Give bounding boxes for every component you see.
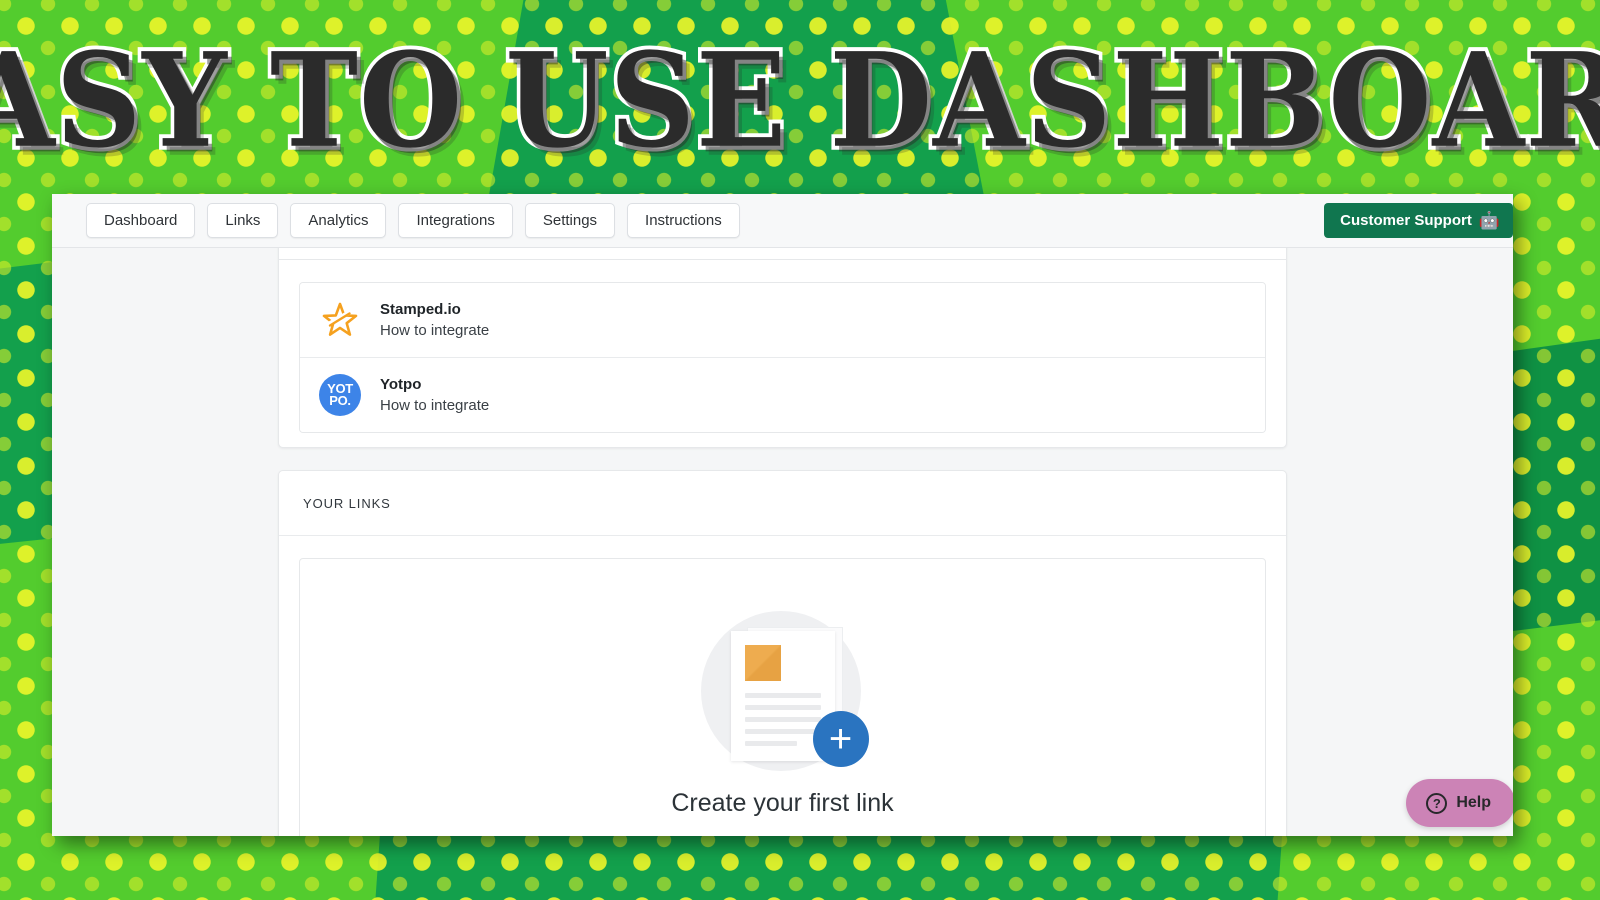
- empty-state-panel: + Create your first link Click the butto…: [299, 558, 1266, 836]
- illustration-text-line: [744, 729, 821, 734]
- illustration-text-line: [744, 693, 821, 698]
- browser-panel: Dashboard Links Analytics Integrations S…: [52, 194, 1513, 836]
- add-link-plus-icon[interactable]: +: [812, 711, 869, 767]
- empty-state-heading: Create your first link: [671, 789, 894, 817]
- integration-list: Stamped.io How to integrate YOT PO. Yotp…: [299, 282, 1266, 433]
- primary-nav: Dashboard Links Analytics Integrations S…: [86, 202, 740, 239]
- empty-state-subtext: Click the button below, to get started c…: [320, 834, 1245, 836]
- integration-text-stamped: Stamped.io How to integrate: [380, 301, 489, 340]
- question-mark-icon: ?: [1426, 792, 1448, 814]
- nav-item-settings[interactable]: Settings: [524, 202, 616, 239]
- app-viewport[interactable]: Stamped.io How to integrate YOT PO. Yotp…: [52, 248, 1513, 836]
- integration-row-stamped[interactable]: Stamped.io How to integrate: [300, 283, 1265, 357]
- integrations-card-header: [279, 248, 1286, 260]
- integration-name: Stamped.io: [380, 300, 461, 318]
- nav-item-links[interactable]: Links: [207, 202, 279, 239]
- integration-text-yotpo: Yotpo How to integrate: [380, 376, 489, 415]
- your-links-section-title: YOUR LINKS: [303, 496, 391, 511]
- help-launcher-label: Help: [1456, 794, 1491, 811]
- illustration-image-placeholder: [744, 645, 781, 681]
- customer-support-label: Customer Support: [1340, 212, 1472, 229]
- illustration-text-line: [744, 705, 821, 710]
- integration-row-yotpo[interactable]: YOT PO. Yotpo How to integrate: [300, 357, 1265, 432]
- app-navbar: Dashboard Links Analytics Integrations S…: [52, 194, 1513, 248]
- integration-action-link[interactable]: How to integrate: [380, 322, 489, 340]
- empty-state-illustration: +: [695, 597, 871, 773]
- your-links-card: YOUR LINKS + Create your first link: [278, 470, 1287, 836]
- integrations-card: Stamped.io How to integrate YOT PO. Yotp…: [278, 248, 1287, 448]
- nav-item-integrations[interactable]: Integrations: [398, 202, 513, 239]
- yotpo-logo-line-2: PO.: [329, 393, 351, 408]
- integration-name: Yotpo: [380, 375, 422, 393]
- stamped-star-icon: [318, 298, 362, 342]
- customer-support-button[interactable]: Customer Support 🤖: [1324, 203, 1513, 238]
- integration-action-link[interactable]: How to integrate: [380, 397, 489, 415]
- illustration-text-line: [744, 741, 797, 746]
- help-launcher-button[interactable]: ? Help: [1406, 779, 1513, 827]
- nav-item-analytics[interactable]: Analytics: [290, 202, 387, 239]
- nav-item-dashboard[interactable]: Dashboard: [86, 202, 196, 239]
- yotpo-logo-wrapper: YOT PO.: [318, 373, 362, 417]
- illustration-text-line: [744, 717, 821, 722]
- promo-headline-text: EASY TO USE DASHBOARD: [0, 24, 1600, 178]
- your-links-header: YOUR LINKS: [279, 471, 1286, 536]
- plus-glyph: +: [828, 717, 853, 761]
- promo-headline: EASY TO USE DASHBOARD: [0, 24, 1600, 178]
- yotpo-circle-icon: YOT PO.: [319, 374, 361, 416]
- nav-item-instructions[interactable]: Instructions: [627, 202, 740, 239]
- robot-icon: 🤖: [1478, 211, 1500, 230]
